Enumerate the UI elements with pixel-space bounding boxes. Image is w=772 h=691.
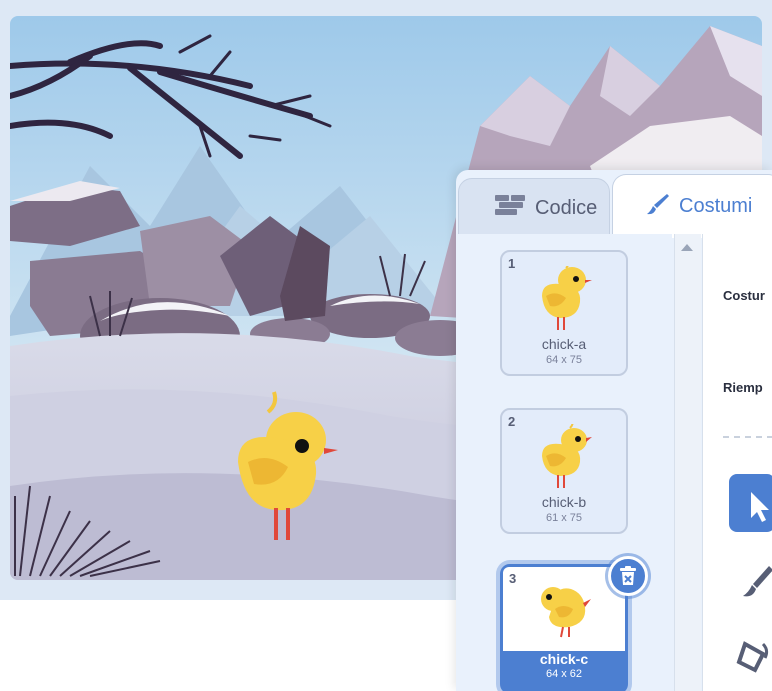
brush-tool-button[interactable] xyxy=(729,560,772,618)
costume-name: chick-a xyxy=(541,336,587,352)
tab-code-label: Codice xyxy=(535,196,598,219)
chick-a-thumbnail xyxy=(542,266,592,330)
fill-tool-button[interactable] xyxy=(729,630,772,688)
trash-icon xyxy=(620,566,636,585)
costume-number: 1 xyxy=(508,256,516,271)
tab-code[interactable]: Codice xyxy=(458,178,610,238)
costume-item-2[interactable]: 2 chick-b 61 x 75 xyxy=(500,408,628,534)
paint-editor-panel: Costur Riemp xyxy=(702,234,772,691)
scroll-up-arrow-icon[interactable] xyxy=(681,244,693,251)
brush-icon xyxy=(743,566,772,597)
costume-size: 64 x 75 xyxy=(545,354,583,366)
chick-c-thumbnail xyxy=(541,587,591,638)
code-blocks-icon xyxy=(495,195,525,221)
costume-name-label: Costur xyxy=(723,288,765,303)
bucket-icon xyxy=(736,641,769,673)
select-tool-button[interactable] xyxy=(729,474,772,532)
cursor-icon xyxy=(751,492,769,522)
paintbrush-icon xyxy=(647,193,669,221)
costume-list: 1 chick-a 64 x 75 2 chick-b 61 x 75 3 ch… xyxy=(456,234,672,691)
costume-editor-panel: Codice Costumi 1 chick-a 64 x 75 2 chick… xyxy=(456,170,772,691)
delete-costume-button[interactable] xyxy=(608,556,648,596)
costume-list-scrollbar[interactable] xyxy=(674,234,701,691)
divider xyxy=(723,436,772,438)
tab-costumes[interactable]: Costumi xyxy=(612,174,772,238)
costume-size: 61 x 75 xyxy=(545,512,583,524)
costume-item-1[interactable]: 1 chick-a 64 x 75 xyxy=(500,250,628,376)
costume-size: 64 x 62 xyxy=(545,668,583,680)
costume-number: 3 xyxy=(509,571,517,586)
tab-costumes-label: Costumi xyxy=(679,195,753,217)
editor-tabs: Codice Costumi xyxy=(456,170,772,238)
costume-name: chick-b xyxy=(541,494,587,510)
fill-label: Riemp xyxy=(723,380,763,395)
chick-b-thumbnail xyxy=(542,424,592,488)
costume-name: chick-c xyxy=(539,651,589,667)
costume-number: 2 xyxy=(508,414,516,429)
